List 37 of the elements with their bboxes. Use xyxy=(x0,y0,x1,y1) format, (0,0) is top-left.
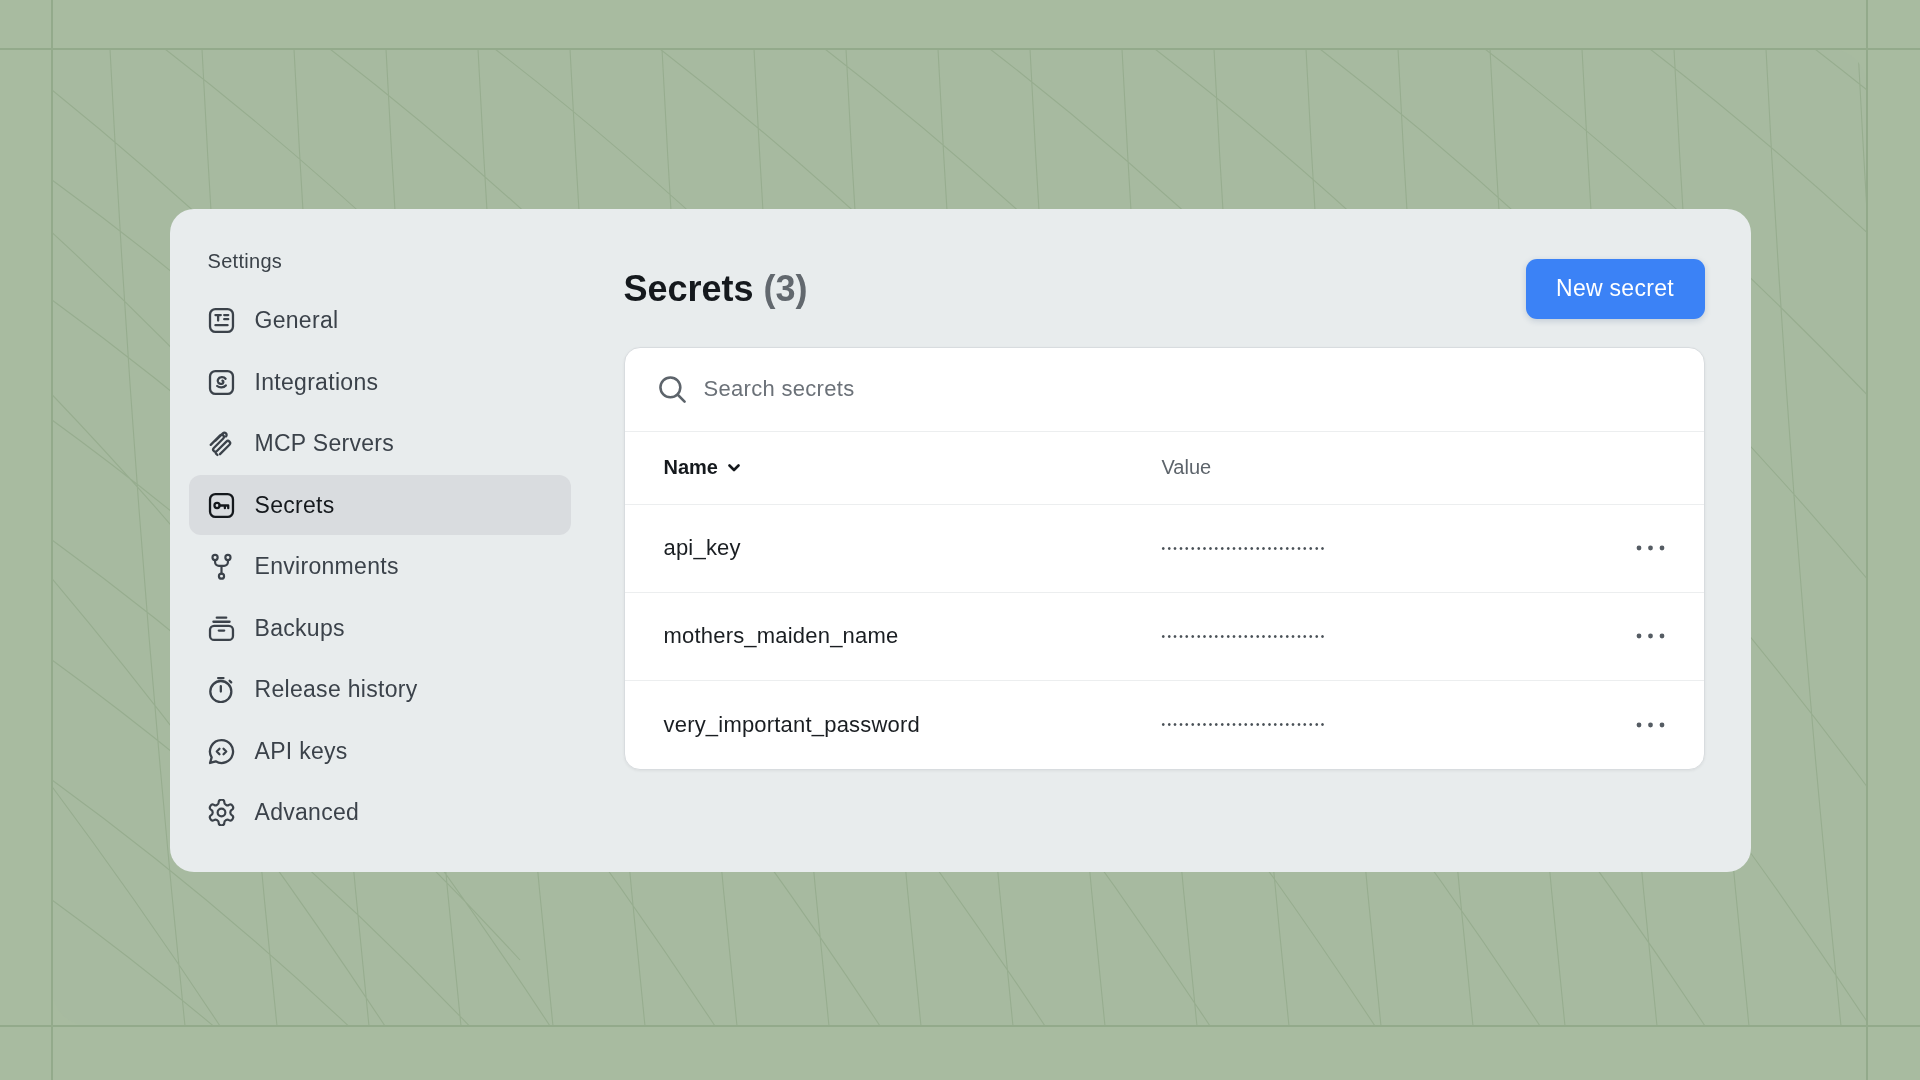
list-square-icon xyxy=(207,307,235,334)
swirl-square-icon xyxy=(207,368,235,396)
code-bubble-icon xyxy=(207,737,235,765)
secret-count: (3) xyxy=(763,267,808,310)
search-field[interactable]: Search secrets xyxy=(703,371,1669,407)
page-title: Secrets xyxy=(623,267,754,310)
sidebar-heading: Settings xyxy=(206,248,283,273)
sidebar-item[interactable]: Backups xyxy=(188,598,571,658)
sidebar-item[interactable]: Release history xyxy=(188,659,571,720)
sidebar-item[interactable]: API keys xyxy=(188,721,571,781)
ellipsis-icon xyxy=(1635,545,1665,551)
archive-icon xyxy=(207,614,235,642)
chevron-down-icon xyxy=(728,463,740,472)
more-options-button[interactable] xyxy=(1635,721,1665,728)
search-icon xyxy=(658,375,686,403)
secret-name: very_important_password xyxy=(663,711,920,738)
secret-name: api_key xyxy=(663,535,741,561)
name-sort-button[interactable]: Name xyxy=(663,456,740,479)
sidebar-item[interactable]: MCP Servers xyxy=(188,413,571,474)
sidebar-item[interactable]: Environments xyxy=(188,536,571,597)
more-options-button[interactable] xyxy=(1635,545,1665,551)
stopwatch-icon xyxy=(207,676,235,703)
ellipsis-icon xyxy=(1635,633,1665,639)
new-secret-button[interactable]: New secret xyxy=(1525,258,1705,319)
masked-value: •••••••••••••••••••••••••••• xyxy=(1161,719,1327,730)
more-options-button[interactable] xyxy=(1635,633,1665,639)
masked-value: •••••••••••••••••••••••••••• xyxy=(1161,542,1327,554)
sidebar-item[interactable]: Integrations xyxy=(188,352,571,412)
sidebar-item[interactable]: General xyxy=(188,290,571,351)
secret-name: mothers_maiden_name xyxy=(663,623,899,649)
sidebar-item[interactable]: Secrets xyxy=(188,475,571,535)
key-square-icon xyxy=(207,491,235,519)
column-header: Value xyxy=(1161,456,1212,479)
settings-icon xyxy=(207,799,235,826)
masked-value: •••••••••••••••••••••••••••• xyxy=(1161,630,1327,642)
ellipsis-icon xyxy=(1635,721,1665,728)
sidebar-item[interactable]: Advanced xyxy=(188,782,571,843)
